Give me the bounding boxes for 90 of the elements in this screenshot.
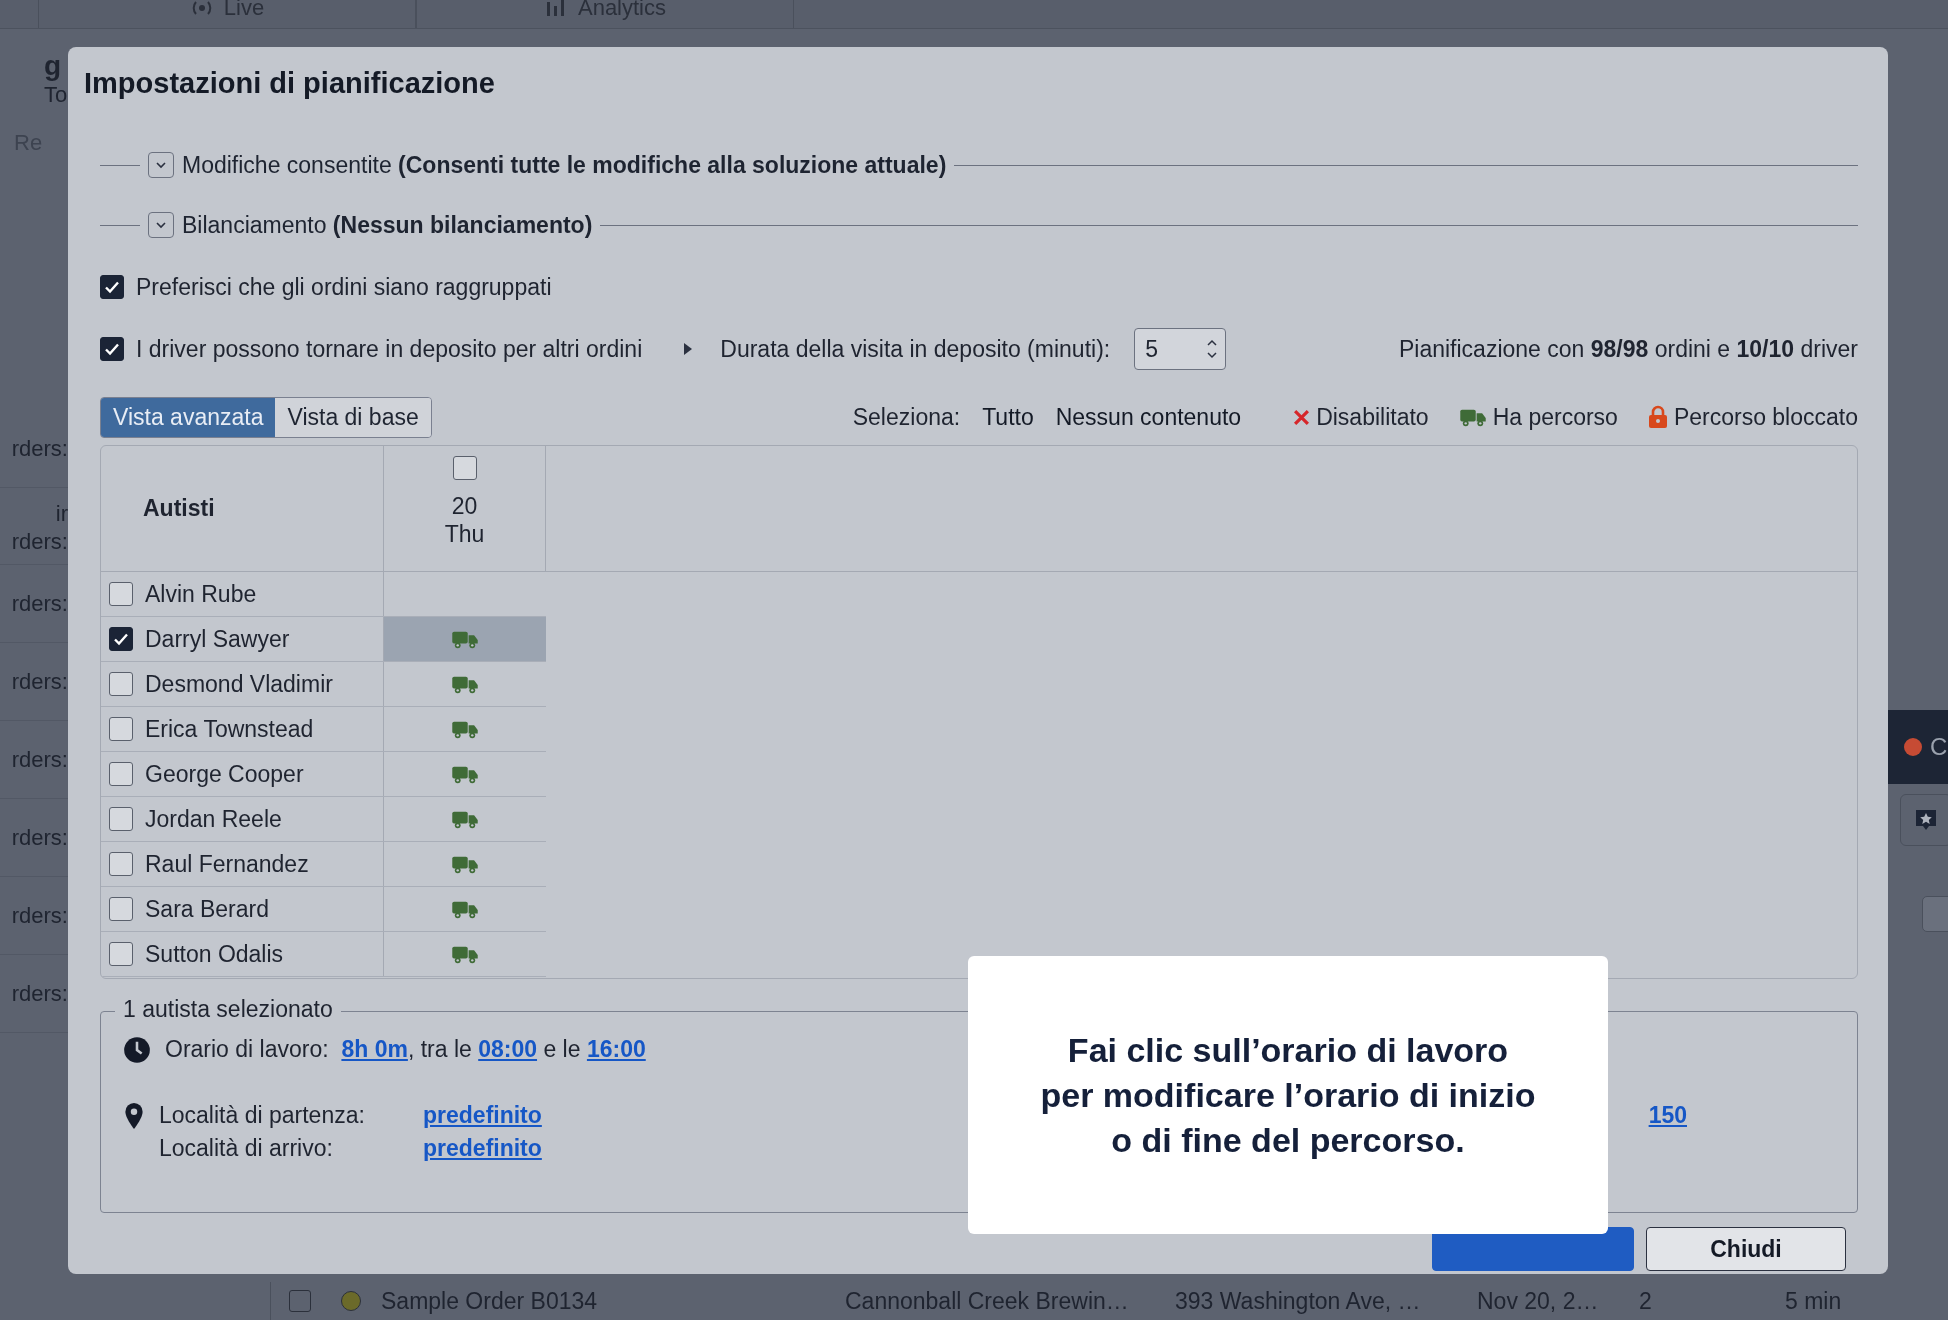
field-label: Durata della visita in deposito (minuti): (720, 335, 1111, 363)
view-tab[interactable]: Vista di base (275, 397, 431, 437)
driver-name: Jordan Reele (145, 805, 282, 833)
orders-label: rders: (11, 528, 68, 556)
checkbox[interactable] (109, 807, 133, 831)
checkbox[interactable] (109, 897, 133, 921)
checkbox[interactable] (109, 627, 133, 651)
option-label: I driver possono tornare in deposito per altri ordini (136, 335, 643, 363)
orders-label: rders: (11, 979, 68, 1008)
duration-link[interactable]: 8h 0m (341, 1036, 408, 1062)
orders-label: rders: (11, 667, 68, 696)
dialog-title: Impostazioni di pianificazione (84, 67, 496, 101)
cross-icon (1293, 408, 1311, 426)
truck-icon (451, 899, 479, 919)
caret-icon (684, 343, 693, 355)
checkbox[interactable] (109, 762, 133, 786)
status-dot-icon (1904, 738, 1922, 756)
orders-label: ir (55, 500, 68, 528)
table-cell-text: Sample Order B0134 (381, 1287, 599, 1315)
checkbox[interactable] (452, 456, 477, 480)
truck-icon (451, 629, 479, 649)
day-weekday: Thu (444, 520, 485, 548)
page-heading: g (44, 50, 63, 82)
select-link[interactable]: Tutto (982, 403, 1034, 431)
option-label: Preferisci che gli ordini siano raggruppati (136, 273, 552, 301)
checkbox[interactable] (109, 717, 133, 741)
tooltip: Fai clic sull’orario di lavoro per modificare l’orario di inizio o di fine del percorso. (968, 956, 1608, 1234)
star-icon (1914, 808, 1938, 832)
start-time-link[interactable]: 08:00 (478, 1036, 538, 1062)
row-checkbox[interactable] (289, 1290, 311, 1312)
star-button[interactable] (1900, 794, 1948, 846)
truck-icon (451, 719, 479, 739)
truck-icon (451, 809, 479, 829)
location-label: Località di partenza: (159, 1102, 366, 1129)
driver-name: Alvin Rube (145, 580, 257, 608)
truck-icon (451, 854, 479, 874)
orders-label: rders: (11, 901, 68, 930)
checkbox[interactable] (109, 672, 133, 696)
truck-icon (1458, 407, 1487, 427)
table-cell-text: 2 (1639, 1287, 1653, 1315)
truck-icon (451, 764, 479, 784)
value-link[interactable]: 150 (1648, 1102, 1687, 1129)
driver-name: Sutton Odalis (145, 940, 284, 968)
day-date: 20 (451, 492, 478, 520)
column-header: Autisti (143, 495, 215, 522)
checkbox[interactable] (100, 337, 124, 361)
driver-name: George Cooper (145, 760, 304, 788)
table-cell: 5 min (1785, 1287, 1842, 1315)
status-label: C (1930, 733, 1948, 761)
expand-toggle[interactable] (148, 212, 174, 238)
truck-icon (451, 674, 479, 694)
day-cell[interactable] (384, 617, 546, 661)
close-button[interactable]: Chiudi (1646, 1227, 1846, 1271)
location-label: Località di arrivo: (159, 1135, 334, 1162)
location-pin-icon (123, 1102, 145, 1130)
driver-name: Raul Fernandez (145, 850, 309, 878)
section-heading: Bilanciamento (Nessun bilanciamento) (182, 211, 593, 239)
orders-label: rders: (11, 823, 68, 852)
driver-name: Erica Townstead (145, 715, 314, 743)
select-link[interactable]: Nessun contenuto (1055, 403, 1242, 431)
truck-icon (451, 944, 479, 964)
location-link[interactable]: predefinito (423, 1135, 542, 1162)
orders-label: rders: (11, 745, 68, 774)
checkbox[interactable] (109, 852, 133, 876)
lock-icon (1647, 405, 1668, 429)
checkbox[interactable] (109, 582, 133, 606)
table-cell-text: 393 Washington Ave, … (1175, 1287, 1422, 1315)
driver-name: Sara Berard (145, 895, 269, 923)
legend-label: Percorso bloccato (1673, 403, 1858, 431)
legend-label: Ha percorso (1492, 403, 1618, 431)
driver-name: Desmond Vladimir (145, 670, 333, 698)
end-time-link[interactable]: 16:00 (586, 1036, 646, 1062)
checkbox[interactable] (109, 942, 133, 966)
orders-label: rders: (11, 589, 68, 618)
summary-text: Pianificazione con 98/98 ordini e 10/10 driver (1398, 335, 1858, 363)
number-field[interactable]: 5 (1134, 328, 1227, 370)
table-cell-text: Cannonball Creek Brewin… (845, 1287, 1130, 1315)
working-hours-text: Orario di lavoro: 8h 0m, tra le 08:00 e le 16:00 (165, 1036, 646, 1063)
section-heading: Modifiche consentite (Consenti tutte le modifiche alla soluzione attuale) (182, 151, 947, 179)
orders-label: rders: (11, 434, 68, 463)
checkbox[interactable] (100, 275, 124, 299)
select-label: Seleziona: (852, 403, 961, 431)
expand-toggle[interactable] (148, 152, 174, 178)
clock-icon (123, 1036, 151, 1064)
view-tab[interactable]: Vista avanzata (101, 397, 276, 437)
legend-label: Disabilitato (1316, 403, 1429, 431)
table-cell-text: Nov 20, 2… (1477, 1287, 1600, 1315)
driver-name: Darryl Sawyer (145, 625, 290, 653)
page-subtitle: To (44, 82, 68, 108)
location-link[interactable]: predefinito (423, 1102, 542, 1129)
